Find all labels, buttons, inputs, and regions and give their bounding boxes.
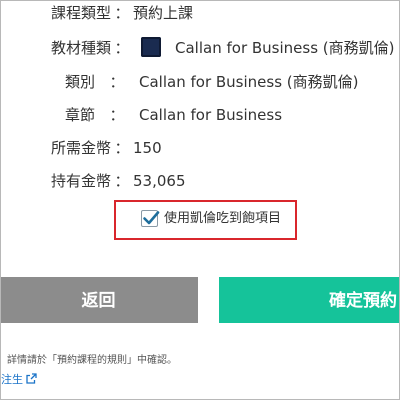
required-coins-label: 所需金幣 — [51, 139, 112, 157]
rules-note: 詳情請於「預約課程的規則」中確認。 — [7, 355, 177, 366]
category-row: 類別 ： Callan for Business (商務凱倫) — [65, 72, 359, 92]
chapter-row: 章節 ： Callan for Business — [65, 105, 282, 125]
unlimited-plan-highlight: 使用凱倫吃到飽項目 — [114, 200, 297, 240]
material-type-separator: ： — [114, 39, 130, 57]
required-coins-row: 所需金幣： 150 — [51, 138, 162, 158]
checkmark-icon — [143, 211, 160, 225]
material-type-value: Callan for Business (商務凱倫) — [175, 39, 395, 57]
course-type-separator: ： — [114, 4, 130, 22]
category-value: Callan for Business (商務凱倫) — [139, 73, 359, 91]
owned-coins-row: 持有金幣： 53,065 — [51, 171, 186, 191]
back-button-label: 返回 — [81, 291, 116, 310]
external-link[interactable]: 注生 — [1, 373, 37, 388]
owned-coins-value: 53,065 — [133, 172, 186, 190]
external-link-icon — [26, 373, 37, 388]
category-separator: ： — [109, 73, 125, 91]
chapter-value: Callan for Business — [139, 106, 283, 124]
owned-coins-separator: ： — [114, 172, 130, 190]
chapter-separator: ： — [109, 106, 125, 124]
owned-coins-label: 持有金幣 — [51, 172, 112, 190]
course-type-value: 預約上課 — [133, 4, 194, 22]
book-cover-icon — [141, 37, 162, 57]
reservation-confirm-panel: 課程類型：預約上課 教材種類： Callan for Business (商務凱倫… — [0, 0, 400, 400]
category-label: 類別 — [65, 73, 96, 91]
external-link-text: 注生 — [1, 373, 23, 386]
unlimited-plan-checkbox[interactable] — [141, 210, 160, 227]
required-coins-value: 150 — [133, 139, 162, 157]
confirm-reservation-button[interactable]: 確定預約 — [219, 277, 399, 323]
material-type-label: 教材種類 — [51, 39, 112, 57]
back-button[interactable]: 返回 — [1, 277, 198, 323]
material-type-row: 教材種類： Callan for Business (商務凱倫) — [51, 37, 395, 58]
unlimited-plan-checkbox-label[interactable]: 使用凱倫吃到飽項目 — [164, 210, 281, 228]
required-coins-separator: ： — [114, 139, 130, 157]
confirm-reservation-button-label: 確定預約 — [329, 291, 397, 310]
chapter-label: 章節 — [65, 106, 96, 124]
course-type-row: 課程類型：預約上課 — [51, 3, 193, 23]
course-type-label: 課程類型 — [51, 4, 112, 22]
